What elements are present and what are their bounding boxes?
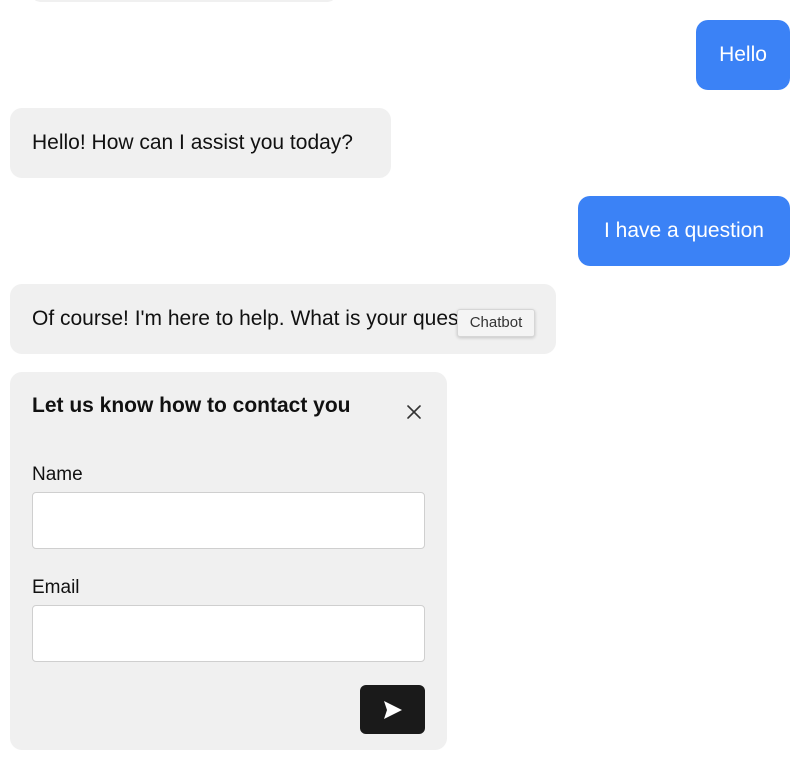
chatbot-tooltip: Chatbot [457, 309, 535, 337]
close-button[interactable] [402, 400, 426, 424]
bot-message-text: Of course! I'm here to help. What is you… [32, 307, 505, 330]
contact-form: Let us know how to contact you Name Emai… [10, 372, 447, 750]
email-input[interactable] [32, 605, 425, 662]
email-label: Email [32, 577, 80, 598]
user-message: I have a question [578, 196, 790, 266]
name-input[interactable] [32, 492, 425, 549]
chat-window: Hello Hello! How can I assist you today?… [0, 0, 800, 777]
user-message: Hello [696, 20, 790, 90]
previous-message-bubble [30, 0, 338, 2]
user-message-text: I have a question [604, 219, 764, 242]
contact-form-title: Let us know how to contact you [32, 394, 351, 417]
send-button[interactable] [360, 685, 425, 734]
send-icon [383, 700, 402, 719]
close-icon [407, 405, 421, 419]
bot-message-text: Hello! How can I assist you today? [32, 131, 353, 154]
bot-message: Hello! How can I assist you today? [10, 108, 391, 178]
user-message-text: Hello [719, 43, 767, 66]
name-label: Name [32, 464, 83, 485]
